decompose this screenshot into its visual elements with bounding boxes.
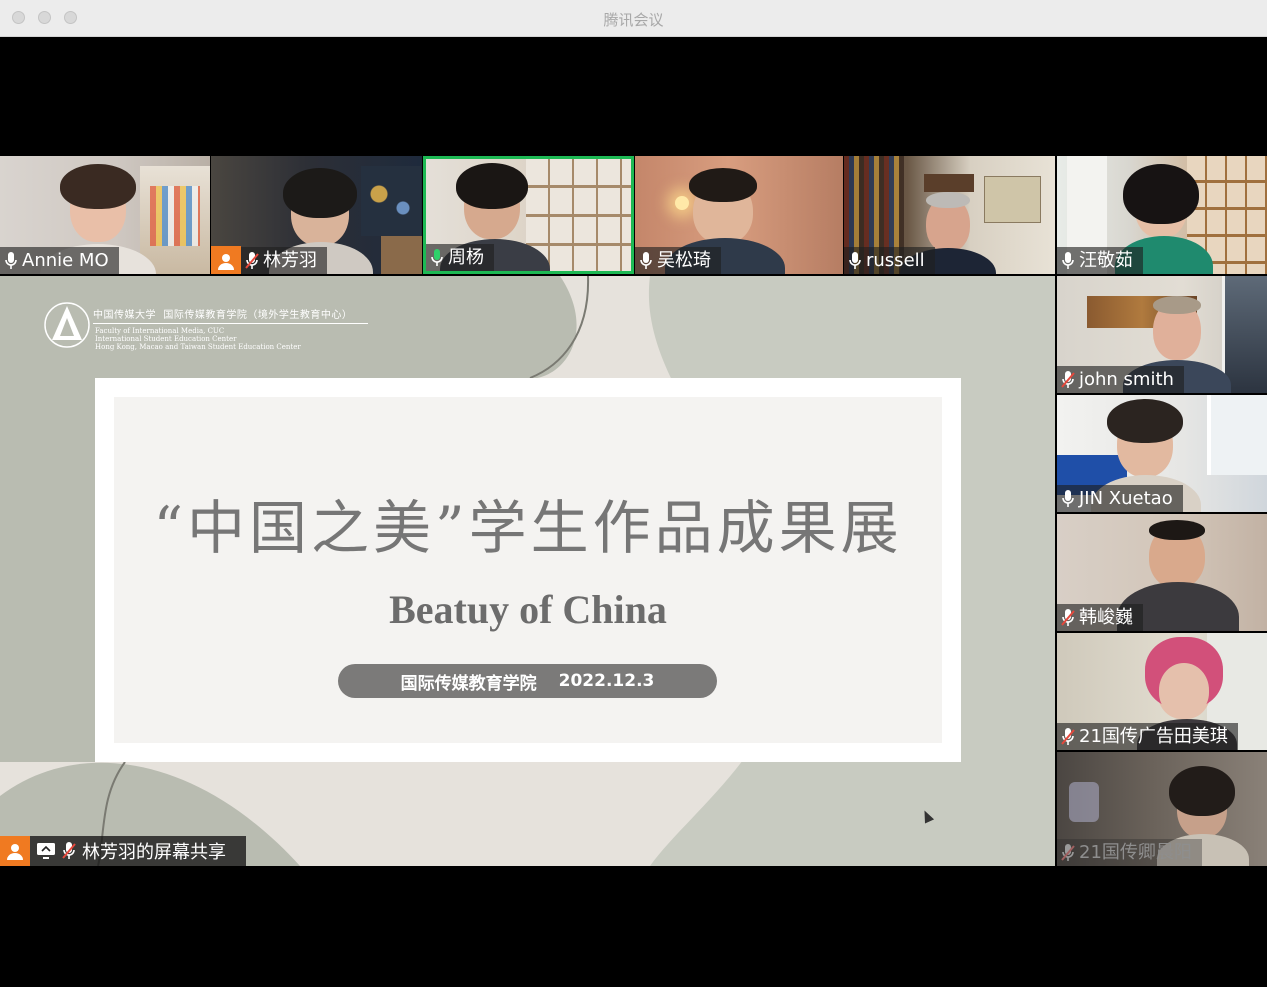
microphone-muted-icon [1061, 843, 1075, 861]
participant-name: 21国传广告田美琪 [1079, 726, 1228, 747]
participant-name-bar: 韩峻巍 [1057, 604, 1143, 631]
participant-name-bar: 汪敬茹 [1057, 247, 1143, 274]
shared-screen-slide[interactable]: 中国传媒大学 国际传媒教育学院（境外学生教育中心） Faculty of Int… [0, 276, 1055, 866]
participant-name: 韩峻巍 [1079, 607, 1133, 628]
participant-name: 汪敬茹 [1079, 250, 1133, 271]
participant-name-bar: john smith [1057, 366, 1184, 393]
slide-title: “中国之美”学生作品成果展 [153, 494, 903, 562]
participant-name-bar: 林芳羽 [211, 245, 327, 274]
microphone-icon [1062, 251, 1074, 269]
microphone-muted-icon [1061, 727, 1075, 745]
microphone-muted-icon [1061, 370, 1075, 388]
screen-share-bar[interactable]: 林芳羽的屏幕共享 [0, 836, 246, 866]
participant-name-bar: 21国传卿晨阳 [1057, 839, 1202, 866]
participant-tile-russell[interactable]: russell [844, 156, 1055, 274]
faculty-english-name: Faculty of International Media, CUC Inte… [95, 327, 301, 351]
participant-tile-lin-fangyu[interactable]: 林芳羽 [211, 156, 422, 274]
logo-divider [93, 323, 368, 324]
window-title: 腾讯会议 [603, 11, 664, 29]
participant-name-bar: Annie MO [0, 247, 119, 274]
faculty-name: 中国传媒大学 国际传媒教育学院（境外学生教育中心） [93, 310, 353, 321]
slide-org: 国际传媒教育学院 [400, 673, 537, 694]
participant-tile-john-smith[interactable]: john smith [1057, 276, 1267, 393]
participant-name-bar: 21国传广告田美琪 [1057, 723, 1238, 750]
microphone-muted-icon [245, 251, 259, 269]
participant-tile-wang-jingru[interactable]: 汪敬茹 [1057, 156, 1267, 274]
participant-tile-wu-songqi[interactable]: 吴松琦 [635, 156, 843, 274]
participant-tile-han-junwei[interactable]: 韩峻巍 [1057, 514, 1267, 631]
participant-name-bar: 周杨 [426, 244, 494, 271]
participant-tile-annie-mo[interactable]: Annie MO [0, 156, 210, 274]
screen-share-label: 林芳羽的屏幕共享 [82, 842, 226, 863]
participant-name: john smith [1079, 369, 1174, 390]
participant-tile-jin-xuetao[interactable]: JIN Xuetao [1057, 395, 1267, 512]
participant-name-bar: 吴松琦 [635, 247, 721, 274]
microphone-muted-icon [1061, 608, 1075, 626]
participant-name: JIN Xuetao [1079, 488, 1173, 509]
university-logo-icon [44, 302, 90, 348]
microphone-icon [431, 248, 443, 266]
avatar-badge-icon [0, 836, 30, 866]
microphone-icon [849, 251, 861, 269]
participant-name: Annie MO [22, 250, 109, 271]
participant-name-bar: russell [844, 247, 935, 274]
slide-date-pill: 国际传媒教育学院 2022.12.3 [338, 664, 717, 698]
participant-name: russell [866, 250, 925, 271]
participant-tile-tian-meiqi[interactable]: 21国传广告田美琪 [1057, 633, 1267, 750]
participant-name: 林芳羽 [263, 250, 317, 271]
microphone-icon [1062, 489, 1074, 507]
slide-subtitle: Beatuy of China [389, 587, 667, 632]
participant-name: 吴松琦 [657, 250, 711, 271]
microphone-icon [640, 251, 652, 269]
participant-tile-qing-chenyang[interactable]: 21国传卿晨阳 [1057, 752, 1267, 866]
participant-name: 周杨 [448, 247, 484, 268]
avatar-badge-icon [211, 245, 241, 274]
slide-date: 2022.12.3 [558, 671, 655, 691]
participant-name-bar: JIN Xuetao [1057, 485, 1183, 512]
window-titlebar: 腾讯会议 [0, 0, 1267, 37]
participant-name: 21国传卿晨阳 [1079, 842, 1192, 863]
participant-tile-zhou-yang[interactable]: 周杨 [423, 156, 634, 274]
screen-share-icon [37, 843, 55, 859]
microphone-icon [5, 251, 17, 269]
microphone-muted-icon [62, 842, 76, 859]
